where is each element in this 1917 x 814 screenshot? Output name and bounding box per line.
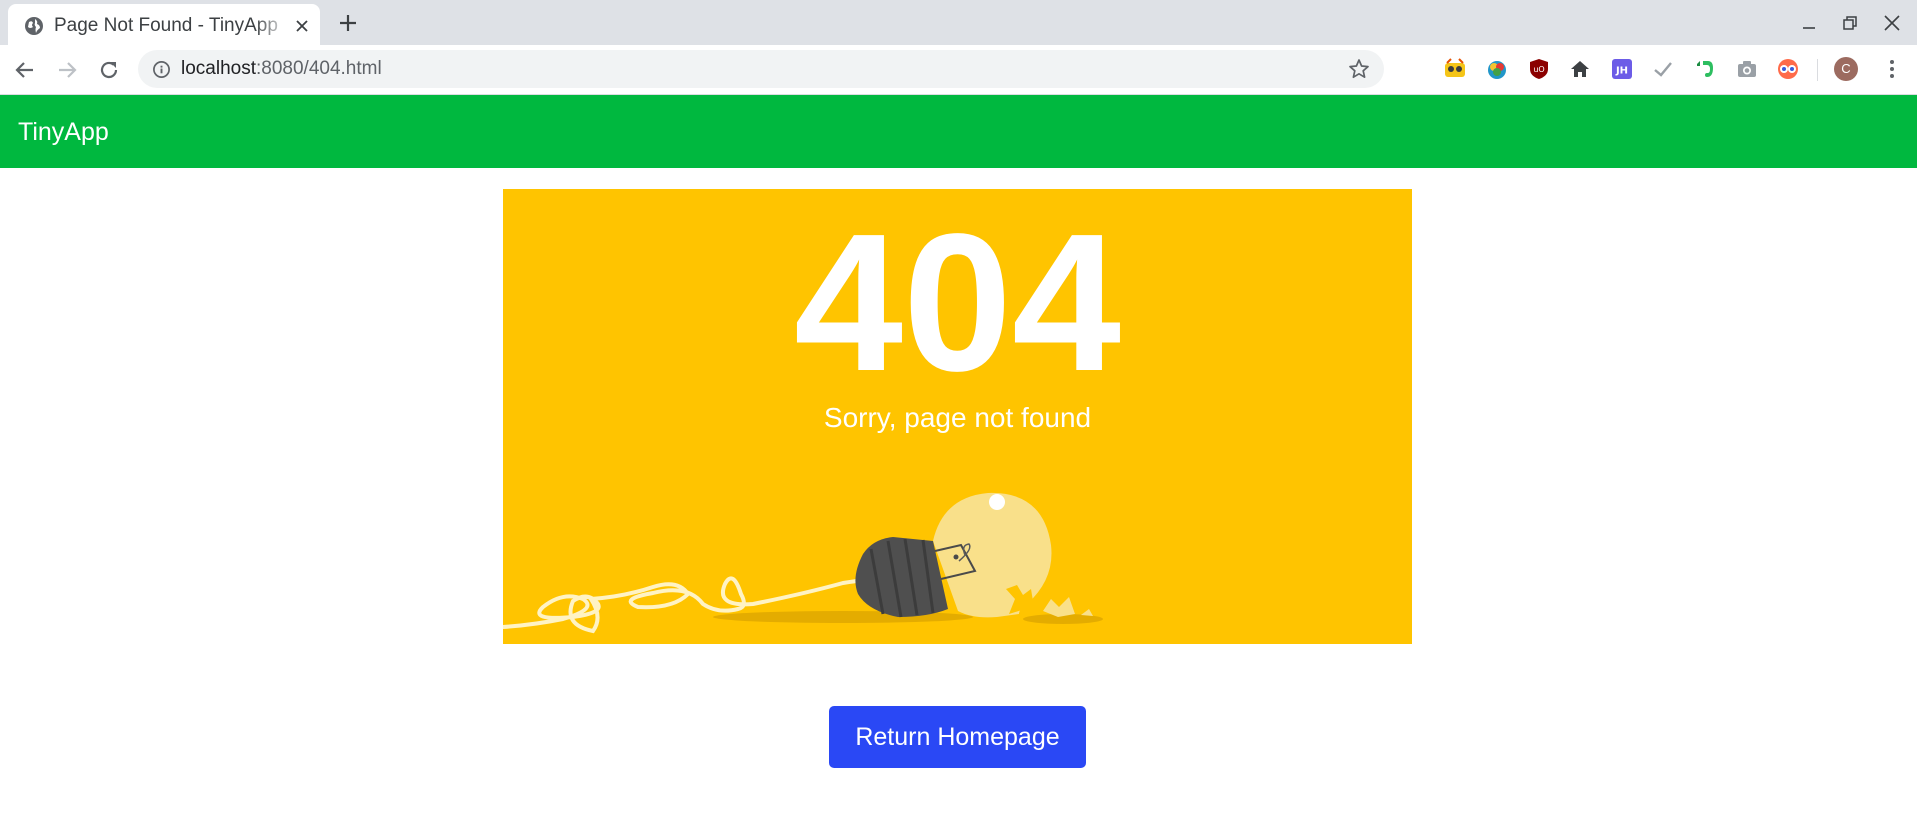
browser-toolbar: localhost:8080/404.html uO JH C <box>0 45 1917 95</box>
evernote-icon[interactable] <box>1693 57 1717 81</box>
kebab-menu-icon[interactable] <box>1880 57 1904 81</box>
checkmark-icon[interactable] <box>1651 57 1675 81</box>
forward-icon[interactable] <box>54 57 80 83</box>
close-tab-icon[interactable] <box>294 18 310 34</box>
tampermonkey-icon[interactable] <box>1443 57 1467 81</box>
error-code: 404 <box>793 193 1122 412</box>
app-navbar: TinyApp <box>0 95 1917 168</box>
reload-icon[interactable] <box>96 57 122 83</box>
brand-link[interactable]: TinyApp <box>18 117 109 147</box>
url-text: localhost:8080/404.html <box>181 58 382 80</box>
back-icon[interactable] <box>12 57 38 83</box>
colorzilla-icon[interactable] <box>1485 57 1509 81</box>
address-bar[interactable]: localhost:8080/404.html <box>138 50 1384 88</box>
svg-text:uO: uO <box>1533 65 1544 74</box>
camera-icon[interactable] <box>1735 57 1759 81</box>
tab-title: Page Not Found - TinyApp <box>54 15 278 36</box>
minimize-icon[interactable] <box>1797 11 1821 35</box>
ublock-icon[interactable]: uO <box>1527 57 1551 81</box>
return-homepage-button[interactable]: Return Homepage <box>829 706 1086 768</box>
new-tab-icon[interactable] <box>336 11 360 35</box>
jsonhero-icon[interactable]: JH <box>1610 57 1634 81</box>
profile-avatar[interactable]: C <box>1834 57 1858 81</box>
globe-icon <box>25 17 43 35</box>
bookmark-star-icon[interactable] <box>1348 58 1370 80</box>
restore-icon[interactable] <box>1838 11 1862 35</box>
url-path: :8080/404.html <box>256 58 382 79</box>
wappalyzer-icon[interactable] <box>1776 57 1800 81</box>
error-hero: 404 Sorry, page not found <box>503 189 1412 644</box>
error-message: Sorry, page not found <box>823 402 1092 433</box>
svg-text:JH: JH <box>1615 66 1628 77</box>
home-icon[interactable] <box>1568 57 1592 81</box>
broken-lightbulb-illustration <box>503 492 1103 634</box>
toolbar-separator <box>1817 59 1818 81</box>
close-window-icon[interactable] <box>1880 11 1904 35</box>
browser-tab[interactable]: Page Not Found - TinyApp <box>8 4 320 45</box>
site-info-icon[interactable] <box>152 60 171 79</box>
url-host: localhost <box>181 58 256 79</box>
browser-tabstrip: Page Not Found - TinyApp <box>0 0 1917 45</box>
